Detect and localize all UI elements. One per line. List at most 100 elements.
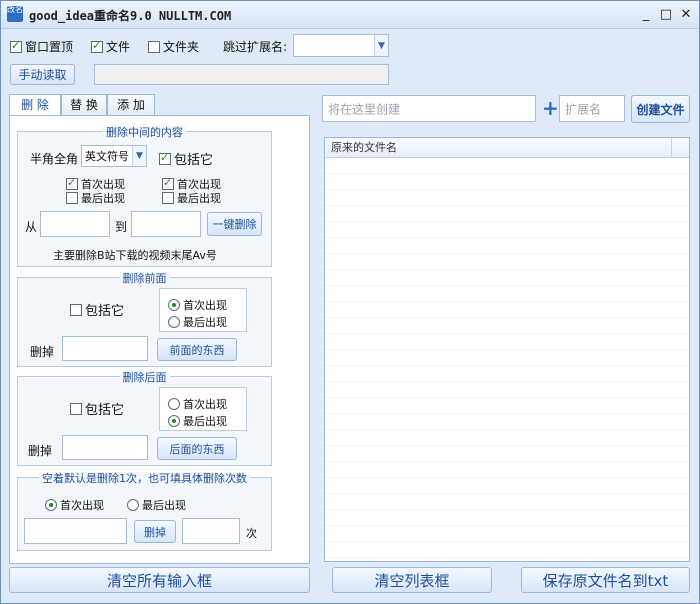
radio-unselected-icon: [168, 316, 180, 328]
delete-after-title: 删除后面: [119, 371, 170, 384]
count-first-label: 首次出现: [60, 499, 104, 512]
skip-ext-select[interactable]: ▼: [293, 34, 389, 57]
radio-selected-icon: [45, 499, 57, 511]
before-occurrence-box: 首次出现 最后出现: [159, 288, 247, 332]
delete-after-group: 删除后面 包括它 首次出现 最后出现 删掉 后面的东西: [17, 371, 272, 466]
create-name-input[interactable]: 将在这里创建: [322, 95, 536, 122]
delete-before-title: 删除前面: [119, 272, 170, 285]
radio-selected-icon: [168, 299, 180, 311]
from-input[interactable]: [40, 211, 110, 237]
delete-tab-panel: 删除中间的内容 半角全角 英文符号 ▼ 包括它 首次出现 最后出现 首次出现: [9, 115, 310, 564]
checkbox-checked-icon: [66, 176, 78, 190]
tab-add[interactable]: 添 加: [107, 94, 155, 116]
checkbox-checked-icon: [10, 39, 22, 53]
checkbox-unchecked-icon: [70, 402, 82, 415]
tab-replace[interactable]: 替 换: [61, 94, 107, 116]
title-bar: 改名 good_idea重命名9.0 NULLTM.COM _ □ ✕: [1, 1, 699, 29]
after-first-label: 首次出现: [183, 398, 227, 411]
middle-hint: 主要删除B站下载的视频末尾Av号: [53, 249, 217, 262]
right-last-checkbox[interactable]: 最后出现: [162, 190, 221, 206]
save-filenames-txt-button[interactable]: 保存原文件名到txt: [521, 567, 690, 593]
count-delete-button[interactable]: 删掉: [134, 520, 176, 543]
middle-include-checkbox[interactable]: 包括它: [159, 149, 213, 168]
delete-middle-group: 删除中间的内容 半角全角 英文符号 ▼ 包括它 首次出现 最后出现 首次出现: [17, 126, 272, 267]
delete-before-group: 删除前面 包括它 首次出现 最后出现 删掉 前面的东西: [17, 272, 272, 367]
after-occurrence-box: 首次出现 最后出现: [159, 387, 247, 431]
left-last-checkbox[interactable]: 最后出现: [66, 190, 125, 206]
middle-include-label: 包括它: [174, 153, 214, 168]
after-include-label: 包括它: [85, 403, 125, 418]
after-include-checkbox[interactable]: 包括它: [70, 399, 124, 418]
extension-input[interactable]: 扩展名: [559, 95, 625, 122]
count-suffix: 次: [246, 527, 257, 540]
main-window: 改名 good_idea重命名9.0 NULLTM.COM _ □ ✕ 窗口置顶…: [0, 0, 700, 604]
clear-list-button[interactable]: 清空列表框: [332, 567, 492, 593]
left-last-label: 最后出现: [81, 192, 125, 205]
window-title: good_idea重命名9.0 NULLTM.COM: [29, 9, 232, 23]
column-original-filename[interactable]: 原来的文件名: [325, 138, 672, 158]
width-mode-label: 半角全角: [30, 152, 79, 166]
to-input[interactable]: [131, 211, 201, 237]
tab-delete[interactable]: 删 除: [9, 94, 61, 117]
always-on-top-label: 窗口置顶: [25, 40, 74, 54]
checkbox-checked-icon: [162, 176, 174, 190]
extension-placeholder: 扩展名: [565, 102, 602, 116]
chevron-down-icon: ▼: [374, 35, 388, 56]
count-last-radio[interactable]: 最后出现: [127, 497, 186, 513]
before-delete-label: 删掉: [30, 345, 55, 359]
delete-count-title: 空着默认是删除1次，也可填具体删除次数: [39, 472, 250, 485]
create-name-placeholder: 将在这里创建: [328, 102, 401, 116]
list-body[interactable]: [325, 158, 689, 561]
before-last-radio[interactable]: 最后出现: [168, 314, 227, 330]
file-list[interactable]: 原来的文件名: [324, 137, 690, 562]
width-mode-select[interactable]: 英文符号 ▼: [81, 145, 147, 167]
before-include-label: 包括它: [85, 304, 125, 319]
delete-count-group: 空着默认是删除1次，也可填具体删除次数 首次出现 最后出现 删掉 次: [17, 472, 272, 551]
right-last-label: 最后出现: [177, 192, 221, 205]
app-icon: 改名: [7, 6, 23, 22]
to-label: 到: [115, 220, 128, 234]
radio-unselected-icon: [168, 398, 180, 410]
count-last-label: 最后出现: [142, 499, 186, 512]
chevron-down-icon: ▼: [132, 146, 146, 166]
manual-read-button[interactable]: 手动读取: [10, 64, 75, 85]
count-first-radio[interactable]: 首次出现: [45, 497, 104, 513]
create-file-button[interactable]: 创建文件: [631, 95, 690, 123]
before-last-label: 最后出现: [183, 316, 227, 329]
always-on-top-checkbox[interactable]: 窗口置顶: [10, 38, 73, 55]
after-first-radio[interactable]: 首次出现: [168, 396, 227, 412]
delete-before-button[interactable]: 前面的东西: [157, 338, 237, 361]
one-click-delete-button[interactable]: 一键删除: [207, 212, 262, 236]
folders-checkbox[interactable]: 文件夹: [148, 38, 199, 55]
before-first-radio[interactable]: 首次出现: [168, 297, 227, 313]
after-delete-label: 删掉: [28, 444, 53, 458]
count-text-input[interactable]: [24, 518, 127, 544]
minimize-icon[interactable]: _: [637, 6, 655, 24]
close-icon[interactable]: ✕: [677, 6, 695, 24]
maximize-icon[interactable]: □: [657, 6, 675, 24]
files-label: 文件: [106, 40, 131, 54]
radio-selected-icon: [168, 415, 180, 427]
checkbox-unchecked-icon: [162, 192, 174, 204]
after-input[interactable]: [62, 435, 148, 460]
list-header: 原来的文件名: [325, 138, 689, 158]
checkbox-unchecked-icon: [66, 192, 78, 204]
before-include-checkbox[interactable]: 包括它: [70, 300, 124, 319]
delete-after-button[interactable]: 后面的东西: [157, 437, 237, 460]
delete-middle-title: 删除中间的内容: [103, 126, 186, 139]
after-last-radio[interactable]: 最后出现: [168, 413, 227, 429]
files-checkbox[interactable]: 文件: [91, 38, 130, 55]
checkbox-checked-icon: [159, 151, 171, 165]
clear-all-inputs-button[interactable]: 清空所有输入框: [9, 567, 310, 593]
skip-ext-label: 跳过扩展名:: [223, 40, 288, 54]
checkbox-checked-icon: [91, 39, 103, 53]
width-mode-value: 英文符号: [85, 150, 129, 163]
before-input[interactable]: [62, 336, 148, 361]
path-field[interactable]: [94, 64, 389, 85]
count-number-input[interactable]: [182, 518, 240, 544]
plus-icon: +: [542, 96, 559, 120]
checkbox-unchecked-icon: [148, 40, 160, 53]
checkbox-unchecked-icon: [70, 303, 82, 316]
radio-unselected-icon: [127, 499, 139, 511]
from-label: 从: [25, 220, 38, 234]
